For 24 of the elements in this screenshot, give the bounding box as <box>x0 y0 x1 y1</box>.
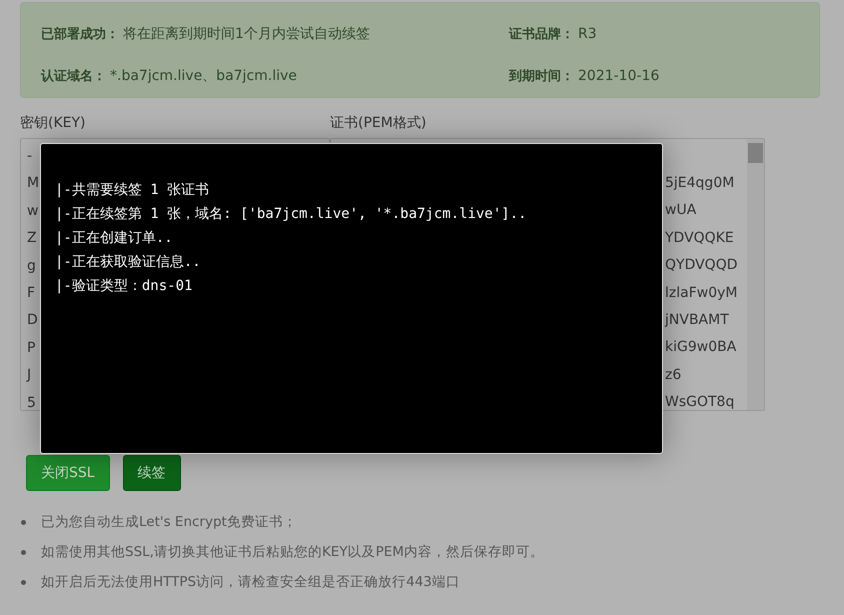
action-button[interactable]: 关闭SSL <box>26 455 110 491</box>
key-label: 密钥(KEY) <box>20 114 87 132</box>
field-label: 到期时间： <box>509 68 574 85</box>
field-value: *.ba7jcm.live、ba7jcm.live <box>110 67 297 85</box>
field-value: 2021-10-16 <box>578 68 660 84</box>
field-label: 证书品牌： <box>509 26 574 43</box>
bullet-icon <box>21 580 26 584</box>
field-value: R3 <box>578 26 597 42</box>
console-line: |-共需要续签 1 张证书 <box>55 181 210 200</box>
note-item: 如需使用其他SSL,请切换其他证书后粘贴您的KEY以及PEM内容，然后保存即可。 <box>41 543 544 561</box>
console-line: |-正在创建订单.. <box>55 229 174 248</box>
field-label: 已部署成功： <box>41 26 119 43</box>
note-item: 如开启后无法使用HTTPS访问，请检查安全组是否正确放行443端口 <box>41 573 460 591</box>
bullet-icon <box>21 520 26 524</box>
cert-label: 证书(PEM格式) <box>330 114 428 132</box>
field-value: 将在距离到期时间1个月内尝试自动续签 <box>123 25 370 43</box>
console-line: |-正在续签第 1 张，域名: ['ba7jcm.live', '*.ba7jcm.live'].. <box>55 205 528 224</box>
console-line: |-验证类型：dns-01 <box>55 277 194 296</box>
bullet-icon <box>21 550 26 554</box>
scrollbar[interactable] <box>747 139 764 410</box>
action-button[interactable]: 续签 <box>122 455 181 491</box>
console-line: |-正在获取验证信息.. <box>55 253 202 272</box>
field-label: 认证域名： <box>41 68 106 85</box>
note-item: 已为您自动生成Let's Encrypt免费证书； <box>41 513 297 531</box>
